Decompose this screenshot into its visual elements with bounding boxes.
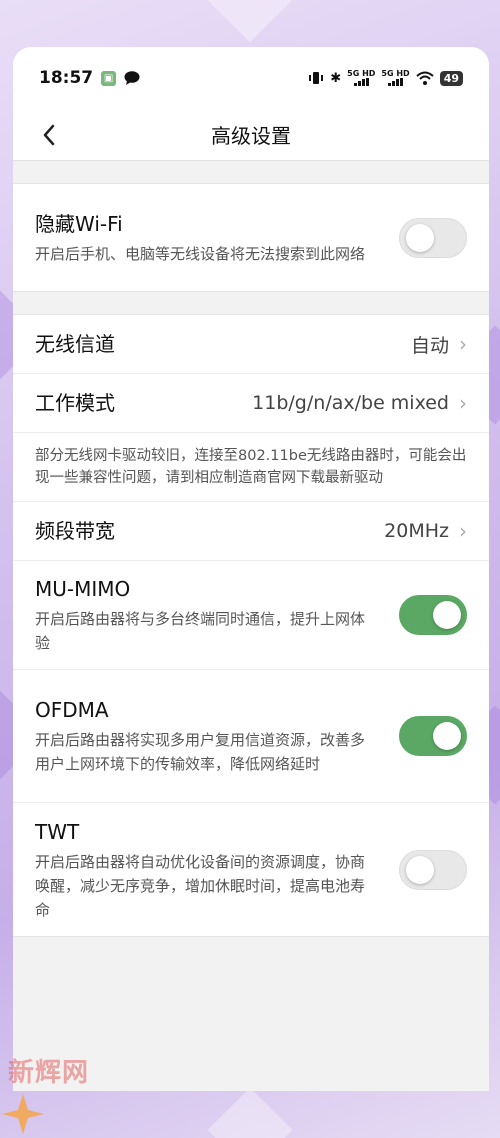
status-time: 18:57 bbox=[39, 68, 94, 88]
bandwidth-title: 频段带宽 bbox=[35, 519, 115, 543]
twt-toggle[interactable] bbox=[399, 849, 467, 890]
row-text: TWT 开启后路由器将自动优化设备间的资源调度，协商唤醒，减少无序竞争，增加休眠… bbox=[35, 818, 399, 922]
background-diamond bbox=[207, 0, 293, 43]
row-text: MU-MIMO 开启后路由器将与多台终端同时通信，提升上网体验 bbox=[35, 575, 399, 655]
mu-mimo-row: MU-MIMO 开启后路由器将与多台终端同时通信，提升上网体验 bbox=[13, 561, 489, 670]
row-text: OFDMA 开启后路由器将实现多用户复用信道资源，改善多用户上网环境下的传输效率… bbox=[35, 696, 399, 776]
hidden-wifi-row: 隐藏Wi-Fi 开启后手机、电脑等无线设备将无法搜索到此网络 bbox=[13, 184, 489, 291]
page-title: 高级设置 bbox=[211, 124, 291, 148]
back-arrow-icon bbox=[43, 124, 55, 146]
hidden-wifi-title: 隐藏Wi-Fi bbox=[35, 211, 123, 236]
ofdma-title: OFDMA bbox=[35, 698, 109, 722]
row-text: 隐藏Wi-Fi 开启后手机、电脑等无线设备将无法搜索到此网络 bbox=[35, 210, 399, 266]
hidden-wifi-card: 隐藏Wi-Fi 开启后手机、电脑等无线设备将无法搜索到此网络 bbox=[13, 183, 489, 292]
cell-signal-1: 5G HD bbox=[347, 70, 375, 86]
channel-title: 无线信道 bbox=[35, 332, 115, 356]
ofdma-row: OFDMA 开启后路由器将实现多用户复用信道资源，改善多用户上网环境下的传输效率… bbox=[13, 670, 489, 803]
mode-title: 工作模式 bbox=[35, 391, 115, 415]
app-notification-icon: ▣ bbox=[101, 70, 117, 86]
twt-title: TWT bbox=[35, 819, 80, 844]
battery-indicator: 49 bbox=[439, 70, 463, 86]
status-right: ✱ 5G HD 5G HD 49 bbox=[308, 70, 463, 86]
title-bar: 高级设置 bbox=[13, 109, 489, 161]
chat-bubble-icon bbox=[124, 71, 140, 85]
mode-value: 11b/g/n/ax/be mixed bbox=[252, 392, 449, 414]
watermark-text: 新辉网 bbox=[8, 1058, 90, 1088]
toggle-knob bbox=[406, 223, 434, 252]
chevron-right-icon: › bbox=[459, 519, 467, 543]
section-gap bbox=[13, 161, 489, 183]
mode-row[interactable]: 工作模式 11b/g/n/ax/be mixed › bbox=[13, 374, 489, 433]
toggle-knob bbox=[433, 722, 461, 750]
ofdma-toggle[interactable] bbox=[399, 716, 467, 756]
signal-label: 5G HD bbox=[381, 69, 410, 78]
wireless-settings-card: 无线信道 自动 › 工作模式 11b/g/n/ax/be mixed › 部分无… bbox=[13, 314, 489, 937]
mu-mimo-desc: 开启后路由器将与多台终端同时通信，提升上网体验 bbox=[35, 610, 366, 652]
twt-desc: 开启后路由器将自动优化设备间的资源调度，协商唤醒，减少无序竞争，增加休眠时间，提… bbox=[35, 852, 366, 919]
channel-value-group: 自动 › bbox=[411, 331, 467, 358]
toggle-knob bbox=[433, 601, 461, 629]
phone-screen: 18:57 ▣ ✱ 5G HD 5G HD 49 高级设置 隐藏Wi-Fi 开启… bbox=[13, 47, 489, 1091]
wifi-icon bbox=[416, 71, 434, 85]
mode-value-group: 11b/g/n/ax/be mixed › bbox=[252, 391, 467, 415]
twt-row: TWT 开启后路由器将自动优化设备间的资源调度，协商唤醒，减少无序竞争，增加休眠… bbox=[13, 803, 489, 936]
hidden-wifi-toggle[interactable] bbox=[399, 217, 467, 258]
channel-row[interactable]: 无线信道 自动 › bbox=[13, 315, 489, 374]
bandwidth-value: 20MHz bbox=[384, 520, 449, 542]
status-left: 18:57 ▣ bbox=[39, 68, 140, 88]
hidden-wifi-desc: 开启后手机、电脑等无线设备将无法搜索到此网络 bbox=[35, 244, 366, 263]
sparkle-decoration-icon bbox=[2, 1094, 44, 1134]
channel-value: 自动 bbox=[410, 334, 449, 357]
section-gap bbox=[13, 292, 489, 314]
bluetooth-icon: ✱ bbox=[330, 70, 342, 86]
back-button[interactable] bbox=[35, 121, 63, 149]
signal-label: 5G HD bbox=[347, 69, 376, 78]
signal-bars-icon bbox=[388, 78, 404, 86]
mode-compat-note: 部分无线网卡驱动较旧，连接至802.11be无线路由器时，可能会出现一些兼容性问… bbox=[13, 433, 489, 502]
toggle-knob bbox=[406, 855, 434, 884]
chevron-right-icon: › bbox=[459, 332, 467, 356]
cell-signal-2: 5G HD bbox=[381, 69, 410, 86]
mu-mimo-toggle[interactable] bbox=[399, 595, 467, 635]
mu-mimo-title: MU-MIMO bbox=[35, 577, 131, 601]
ofdma-desc: 开启后路由器将实现多用户复用信道资源，改善多用户上网环境下的传输效率，降低网络延… bbox=[35, 731, 366, 773]
bandwidth-value-group: 20MHz › bbox=[384, 519, 467, 543]
background-diamond bbox=[207, 1087, 293, 1138]
vibrate-icon bbox=[309, 72, 324, 84]
status-bar: 18:57 ▣ ✱ 5G HD 5G HD 49 bbox=[13, 47, 489, 109]
signal-bars-icon bbox=[353, 78, 369, 86]
chevron-right-icon: › bbox=[459, 391, 467, 415]
bandwidth-row[interactable]: 频段带宽 20MHz › bbox=[13, 502, 489, 561]
